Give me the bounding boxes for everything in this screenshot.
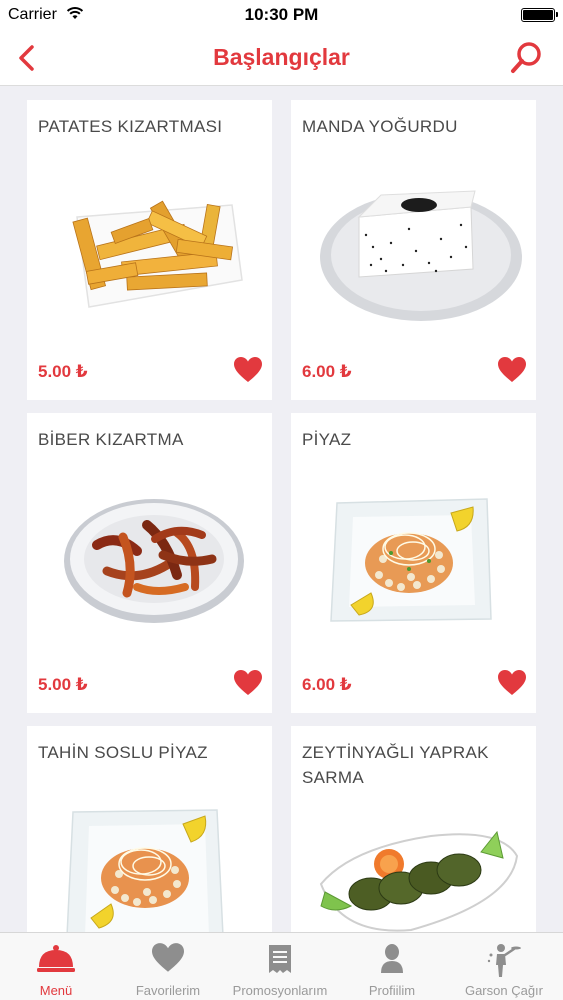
status-bar: Carrier 10:30 PM [0, 0, 563, 30]
tab-label: Favorilerim [135, 983, 201, 998]
tab-label: Promosyonlarım [232, 983, 328, 998]
product-name: TAHİN SOSLU PİYAZ [38, 743, 208, 762]
product-price: 6.00 ₺ [302, 362, 352, 381]
product-card[interactable]: PATATES KIZARTMASI 5.00 ₺ [27, 100, 272, 400]
heart-icon[interactable] [498, 357, 526, 383]
tab-favorites[interactable]: Favorilerim [112, 933, 224, 1000]
fried-peppers-image [64, 499, 244, 623]
search-icon[interactable] [509, 40, 545, 76]
receipt-icon [269, 945, 291, 973]
user-icon [381, 944, 403, 973]
piyaz-salad-image [330, 498, 492, 622]
battery-icon [521, 8, 558, 22]
product-name: PİYAZ [302, 430, 352, 449]
tab-label: Profiilim [368, 983, 416, 998]
tab-call-waiter[interactable]: Garson Çağır [448, 933, 560, 1000]
tab-label: Garson Çağır [464, 983, 544, 998]
waiter-icon [487, 944, 521, 977]
chevron-left-icon[interactable] [12, 42, 42, 74]
product-name: BİBER KIZARTMA [38, 430, 184, 449]
buffalo-yogurt-image [320, 190, 522, 321]
tab-promotions[interactable]: Promosyonlarım [224, 933, 336, 1000]
product-card[interactable]: ZEYTİNYAĞLI YAPRAK SARMA [291, 726, 536, 936]
tab-menu[interactable]: Menü [0, 933, 112, 1000]
product-card[interactable]: TAHİN SOSLU PİYAZ [27, 726, 272, 936]
stuffed-grape-leaves-image [319, 830, 519, 932]
navigation-bar: Başlangıçlar [0, 30, 563, 86]
product-card[interactable]: BİBER KIZARTMA 5.00 ₺ [27, 413, 272, 713]
product-card[interactable]: PİYAZ 6.00 ₺ [291, 413, 536, 713]
product-price: 5.00 ₺ [38, 362, 88, 381]
french-fries-image [72, 200, 243, 308]
tahini-piyaz-image [66, 809, 224, 936]
heart-icon[interactable] [234, 670, 262, 696]
product-card[interactable]: MANDA YOĞURDU 6.00 ₺ [291, 100, 536, 400]
product-price: 6.00 ₺ [302, 675, 352, 694]
product-name: ZEYTİNYAĞLI YAPRAK SARMA [302, 743, 489, 787]
cloche-icon [37, 945, 75, 972]
heart-icon [152, 943, 184, 972]
clock: 10:30 PM [244, 5, 319, 24]
product-name: MANDA YOĞURDU [302, 117, 458, 136]
tab-label: Menü [39, 983, 73, 998]
heart-icon[interactable] [234, 357, 262, 383]
heart-icon[interactable] [498, 670, 526, 696]
page-title: Başlangıçlar [213, 44, 350, 70]
product-name: PATATES KIZARTMASI [38, 117, 223, 136]
tab-profile[interactable]: Profiilim [336, 933, 448, 1000]
product-price: 5.00 ₺ [38, 675, 88, 694]
tab-bar: Menü Favorilerim Promosyonlarım Profiili… [0, 932, 563, 1000]
